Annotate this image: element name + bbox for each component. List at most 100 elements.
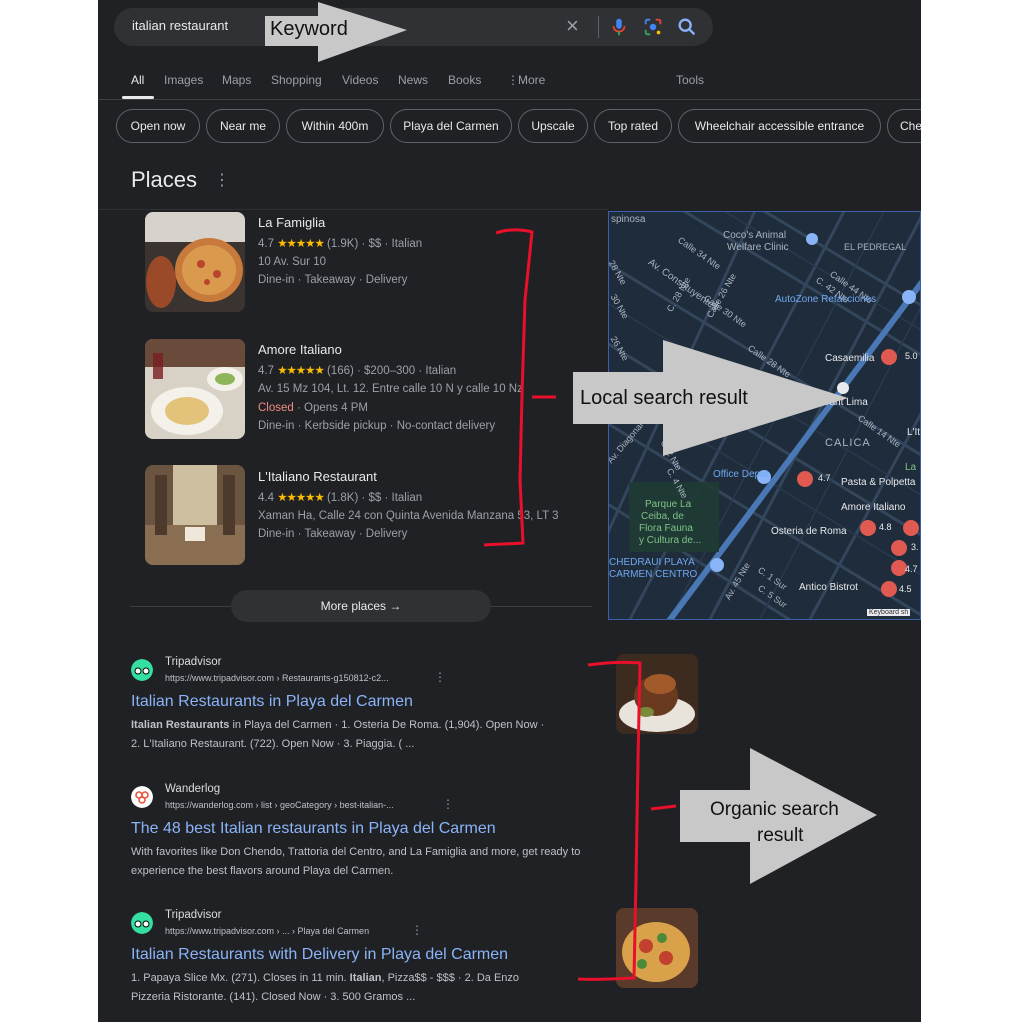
tab-maps[interactable]: Maps xyxy=(222,73,251,87)
place-address: Av. 15 Mz 104, Lt. 12. Entre calle 10 N … xyxy=(258,383,523,395)
kebab-icon[interactable]: ⋮ xyxy=(411,923,423,937)
divider xyxy=(98,209,608,210)
chip-playa-del-carmen[interactable]: Playa del Carmen xyxy=(390,109,512,143)
chip-wheelchair-accessible[interactable]: Wheelchair accessible entrance xyxy=(678,109,881,143)
result-url[interactable]: https://wanderlog.com › list › geoCatego… xyxy=(165,800,394,810)
place-address: Xaman Ha, Calle 24 con Quinta Avenida Ma… xyxy=(258,510,559,522)
wanderlog-logo-icon xyxy=(131,786,153,808)
map-label: 4.8 xyxy=(879,522,892,532)
map-label: L'It xyxy=(907,427,921,438)
rating-meta: (1.9K) · $$ · Italian xyxy=(326,238,423,250)
annotation-label-keyword: Keyword xyxy=(270,18,348,40)
status-closed: Closed xyxy=(258,402,294,414)
map-label: Coco's Animal xyxy=(723,230,787,241)
place-hours: Closed · Opens 4 PM xyxy=(258,402,368,414)
map-label: Amore Italiano xyxy=(841,502,906,513)
place-rating-line: 4.4 ★★★★★ (1.8K) · $$ · Italian xyxy=(258,490,422,504)
map-panel[interactable]: spinosa Coco's Animal Welfare Clinic EL … xyxy=(608,211,921,620)
map-label: AutoZone Refacciones xyxy=(775,294,877,305)
result-site-name[interactable]: Tripadvisor xyxy=(165,909,221,921)
microphone-icon[interactable] xyxy=(608,16,630,38)
map-label: 5.0 xyxy=(905,351,918,361)
map-label: CALICA xyxy=(825,437,871,449)
rating-meta: (166) · $200–300 · Italian xyxy=(326,365,457,377)
snippet-text: in Playa del Carmen · 1. Osteria De Roma… xyxy=(229,719,545,731)
tools-button[interactable]: Tools xyxy=(676,73,704,87)
more-places-button[interactable]: More places → xyxy=(231,590,491,622)
map-label: 4.7 xyxy=(818,473,831,483)
tab-books[interactable]: Books xyxy=(448,73,481,87)
opening-time: · Opens 4 PM xyxy=(297,402,368,414)
map-label: CHEDRAUI PLAYA xyxy=(609,557,695,568)
result-snippet: With favorites like Don Chendo, Trattori… xyxy=(131,843,631,881)
places-heading: Places xyxy=(131,167,198,192)
rating-value: 4.7 xyxy=(258,238,274,250)
chip-within-400m[interactable]: Within 400m xyxy=(286,109,384,143)
map-label: Casaemilia xyxy=(825,353,875,364)
place-name[interactable]: La Famiglia xyxy=(258,215,325,230)
camera-lens-icon[interactable] xyxy=(642,16,664,38)
search-bar[interactable]: italian restaurant × xyxy=(114,8,713,46)
result-title[interactable]: Italian Restaurants with Delivery in Pla… xyxy=(131,946,508,964)
tripadvisor-logo-icon xyxy=(131,912,153,934)
place-photo-litaliano-restaurant[interactable] xyxy=(145,465,245,565)
place-name[interactable]: L'Italiano Restaurant xyxy=(258,469,377,484)
chip-near-me[interactable]: Near me xyxy=(206,109,280,143)
search-results-screen: italian restaurant × All Images Maps Sho… xyxy=(98,0,921,1022)
tripadvisor-logo-icon xyxy=(131,659,153,681)
result-site-name[interactable]: Tripadvisor xyxy=(165,656,221,668)
map-label: 4.5 xyxy=(899,584,912,594)
kebab-icon[interactable]: ⋮ xyxy=(442,797,454,811)
chip-open-now[interactable]: Open now xyxy=(116,109,200,143)
place-address: 10 Av. Sur 10 xyxy=(258,256,326,268)
place-services: Dine-in · Takeaway · Delivery xyxy=(258,274,408,286)
result-thumbnail[interactable] xyxy=(616,654,698,734)
snippet-text: With favorites like Don Chendo, Trattori… xyxy=(131,846,581,858)
tab-news[interactable]: News xyxy=(398,73,428,87)
chip-cheap[interactable]: Che xyxy=(887,109,921,143)
map-label: spinosa xyxy=(611,214,646,225)
place-photo-amore-italiano[interactable] xyxy=(145,339,245,439)
map-label: 3. xyxy=(911,542,919,552)
star-rating-icon: ★★★★★ xyxy=(277,365,325,377)
kebab-icon[interactable]: ⋮ xyxy=(214,170,230,190)
map-label: y Cultura de... xyxy=(639,535,702,546)
divider xyxy=(98,99,921,100)
result-url[interactable]: https://www.tripadvisor.com › Restaurant… xyxy=(165,673,389,683)
tab-images[interactable]: Images xyxy=(164,73,203,87)
place-photo-la-famiglia[interactable] xyxy=(145,212,245,312)
kebab-icon[interactable]: ⋮ xyxy=(434,670,446,684)
map-label: Antico Bistrot xyxy=(799,582,858,593)
search-icon[interactable] xyxy=(676,16,698,38)
tab-all[interactable]: All xyxy=(131,73,144,87)
snippet-text: Pizzeria Ristorante. (141). Closed Now ·… xyxy=(131,991,416,1003)
star-rating-icon: ★★★★★ xyxy=(277,492,325,504)
tab-more[interactable]: More xyxy=(518,73,545,87)
keyboard-shortcuts-link[interactable]: Keyboard sh xyxy=(867,609,911,616)
tab-shopping[interactable]: Shopping xyxy=(271,73,322,87)
result-title[interactable]: Italian Restaurants in Playa del Carmen xyxy=(131,693,413,711)
map-label: aurant Lima xyxy=(815,397,868,408)
result-title[interactable]: The 48 best Italian restaurants in Playa… xyxy=(131,820,496,838)
map-label: Welfare Clinic xyxy=(727,242,789,253)
rating-value: 4.4 xyxy=(258,492,274,504)
map-label: Parque La xyxy=(645,499,692,510)
chip-top-rated[interactable]: Top rated xyxy=(594,109,672,143)
snippet-text: 1. Papaya Slice Mx. (271). Closes in 11 … xyxy=(131,972,350,984)
result-thumbnail[interactable] xyxy=(616,908,698,988)
map-label: Pasta & Polpetta xyxy=(841,477,916,488)
result-url[interactable]: https://www.tripadvisor.com › ... › Play… xyxy=(165,926,369,936)
divider xyxy=(598,16,599,38)
map-label: La xyxy=(905,462,917,473)
snippet-bold: Italian Restaurants xyxy=(131,719,230,731)
place-name[interactable]: Amore Italiano xyxy=(258,342,342,357)
tab-videos[interactable]: Videos xyxy=(342,73,378,87)
snippet-text: , Pizza$$ - $$$ · 2. Da Enzo xyxy=(381,972,520,984)
result-site-name[interactable]: Wanderlog xyxy=(165,783,220,795)
arrow-right-icon: → xyxy=(389,599,402,613)
search-input[interactable]: italian restaurant xyxy=(132,18,228,33)
close-icon[interactable]: × xyxy=(566,13,579,39)
chip-upscale[interactable]: Upscale xyxy=(518,109,588,143)
map-label: Flora Fauna xyxy=(639,523,693,534)
map-label: CARMEN CENTRO xyxy=(609,569,698,580)
